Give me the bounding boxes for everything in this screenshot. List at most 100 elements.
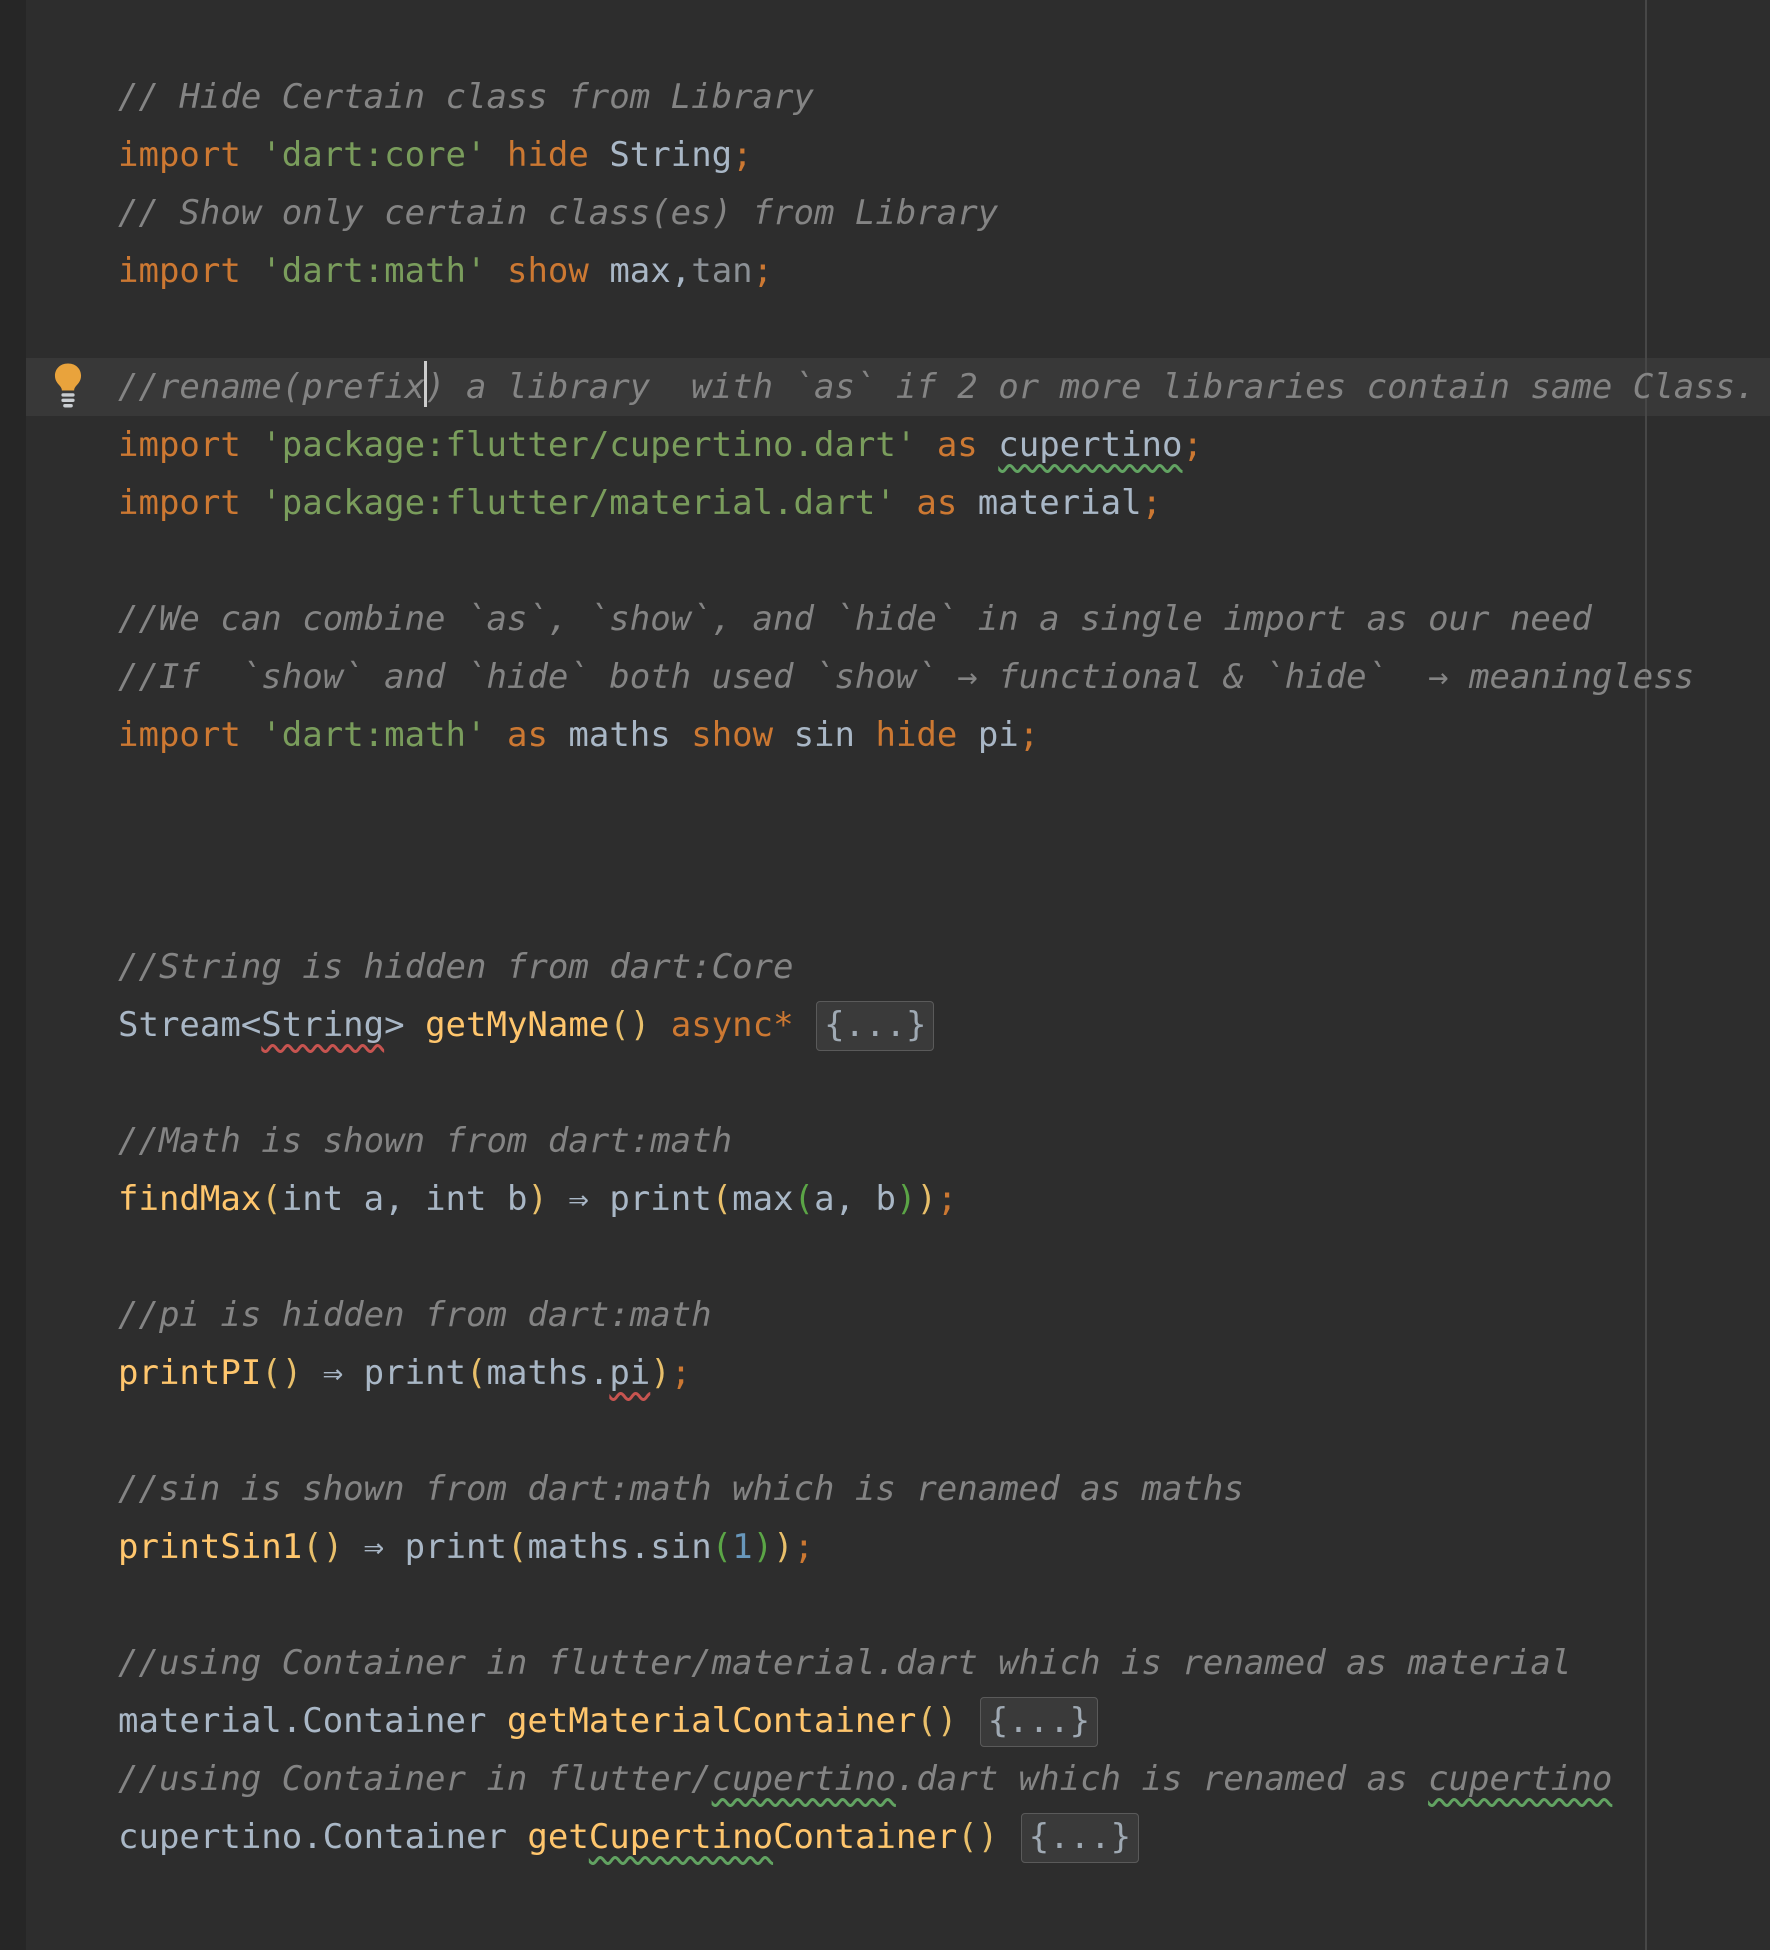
code-line[interactable]: [118, 1402, 1756, 1460]
code-line[interactable]: import 'dart:math' as maths show sin hid…: [118, 706, 1756, 764]
code-token: as: [916, 483, 957, 523]
code-token: String: [261, 1005, 384, 1045]
code-token: show: [691, 715, 773, 755]
code-token: ⇒ print: [302, 1353, 466, 1393]
code-token: 'package:flutter/material.dart': [261, 483, 896, 523]
code-token: (: [261, 1179, 281, 1219]
code-line[interactable]: [118, 880, 1756, 938]
code-token: show: [507, 251, 589, 291]
editor-gutter: [0, 0, 26, 1950]
code-line[interactable]: import 'dart:math' show max,tan;: [118, 242, 1756, 300]
code-line[interactable]: [118, 764, 1756, 822]
code-token: printPI: [118, 1353, 261, 1393]
code-line[interactable]: [118, 1576, 1756, 1634]
code-token: material: [957, 483, 1141, 523]
folded-region[interactable]: {...}: [816, 1001, 934, 1051]
code-token: //String is hidden from dart:Core: [118, 947, 794, 987]
code-line[interactable]: cupertino.Container getCupertinoContaine…: [118, 1808, 1756, 1866]
code-line[interactable]: //using Container in flutter/cupertino.d…: [118, 1750, 1756, 1808]
code-token: ;: [671, 1353, 691, 1393]
code-line[interactable]: // Show only certain class(es) from Libr…: [118, 184, 1756, 242]
code-token: (: [712, 1179, 732, 1219]
code-line[interactable]: //String is hidden from dart:Core: [118, 938, 1756, 996]
code-line[interactable]: import 'package:flutter/material.dart' a…: [118, 474, 1756, 532]
code-token: [650, 1005, 670, 1045]
code-token: [241, 715, 261, 755]
code-token: 'dart:core': [261, 135, 486, 175]
code-token: ): [916, 1179, 936, 1219]
code-token: [957, 1701, 977, 1741]
code-line[interactable]: findMax(int a, int b) ⇒ print(max(a, b))…: [118, 1170, 1756, 1228]
code-token: async*: [671, 1005, 794, 1045]
code-line[interactable]: //rename(prefix) a library with `as` if …: [118, 358, 1756, 416]
code-token: pi: [957, 715, 1018, 755]
code-token: //using Container in flutter/: [118, 1759, 712, 1799]
code-token: [794, 1005, 814, 1045]
code-line[interactable]: [118, 532, 1756, 590]
code-token: 'dart:math': [261, 715, 486, 755]
code-token: (: [507, 1527, 527, 1567]
code-line[interactable]: [118, 1228, 1756, 1286]
code-token: ⇒ print: [343, 1527, 507, 1567]
code-token: ;: [732, 135, 752, 175]
code-token: (: [794, 1179, 814, 1219]
code-token: Cupertino: [589, 1817, 773, 1857]
code-line[interactable]: [118, 822, 1756, 880]
code-token: String: [589, 135, 732, 175]
code-line[interactable]: Stream<String> getMyName() async* {...}: [118, 996, 1756, 1054]
code-token: maths.sin: [527, 1527, 711, 1567]
code-line[interactable]: import 'dart:core' hide String;: [118, 126, 1756, 184]
code-line[interactable]: [118, 300, 1756, 358]
code-token: ): [896, 1179, 916, 1219]
code-token: import: [118, 251, 241, 291]
code-token: as: [507, 715, 548, 755]
code-line[interactable]: material.Container getMaterialContainer(…: [118, 1692, 1756, 1750]
code-token: //pi is hidden from dart:math: [118, 1295, 712, 1335]
code-token: getMyName: [425, 1005, 609, 1045]
code-line[interactable]: printPI() ⇒ print(maths.pi);: [118, 1344, 1756, 1402]
code-line[interactable]: printSin1() ⇒ print(maths.sin(1));: [118, 1518, 1756, 1576]
code-line[interactable]: //pi is hidden from dart:math: [118, 1286, 1756, 1344]
code-token: [241, 483, 261, 523]
code-token: (): [957, 1817, 998, 1857]
code-token: material.Container: [118, 1701, 507, 1741]
code-content[interactable]: // Hide Certain class from Library import…: [118, 68, 1756, 1866]
intention-lightbulb-icon[interactable]: [50, 361, 86, 411]
code-token: ;: [794, 1527, 814, 1567]
code-token: (): [302, 1527, 343, 1567]
code-token: findMax: [118, 1179, 261, 1219]
code-line[interactable]: //using Container in flutter/material.da…: [118, 1634, 1756, 1692]
code-token: // Hide Certain class from Library: [118, 77, 814, 117]
code-token: [896, 483, 916, 523]
code-token: import: [118, 715, 241, 755]
code-line[interactable]: [118, 1054, 1756, 1112]
code-token: get: [527, 1817, 588, 1857]
code-token: [916, 425, 936, 465]
folded-region[interactable]: {...}: [1021, 1813, 1139, 1863]
code-line[interactable]: //We can combine `as`, `show`, and `hide…: [118, 590, 1756, 648]
code-token: [486, 251, 506, 291]
code-line[interactable]: import 'package:flutter/cupertino.dart' …: [118, 416, 1756, 474]
code-line[interactable]: //If `show` and `hide` both used `show` …: [118, 648, 1756, 706]
code-token: tan: [691, 251, 752, 291]
code-token: [486, 135, 506, 175]
code-token: Stream<: [118, 1005, 261, 1045]
code-line[interactable]: //Math is shown from dart:math: [118, 1112, 1756, 1170]
code-token: ): [773, 1527, 793, 1567]
code-token: [978, 425, 998, 465]
code-token: maths.: [487, 1353, 610, 1393]
code-token: //using Container in flutter/material.da…: [118, 1643, 1571, 1683]
code-token: ): [527, 1179, 547, 1219]
code-token: ): [650, 1353, 670, 1393]
code-token: ;: [1183, 425, 1203, 465]
code-token: ;: [1142, 483, 1162, 523]
code-token: a, b: [814, 1179, 896, 1219]
code-line[interactable]: //sin is shown from dart:math which is r…: [118, 1460, 1756, 1518]
folded-region[interactable]: {...}: [980, 1697, 1098, 1747]
code-token: //Math is shown from dart:math: [118, 1121, 732, 1161]
code-token: [486, 715, 506, 755]
ide-editor: { "editor": { "theme_colors": { "backgro…: [0, 0, 1770, 1950]
code-token: [241, 425, 261, 465]
code-token: [241, 251, 261, 291]
code-line[interactable]: // Hide Certain class from Library: [118, 68, 1756, 126]
